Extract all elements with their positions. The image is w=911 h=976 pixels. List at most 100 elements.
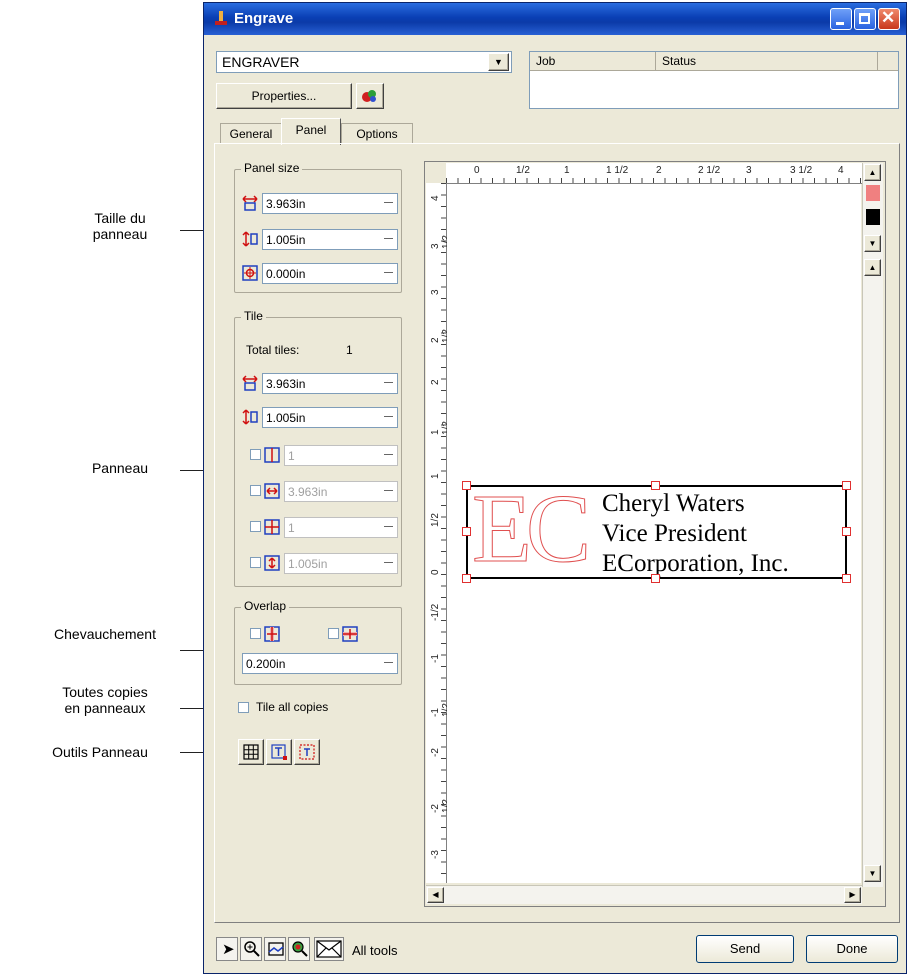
- envelope-tool-button[interactable]: [314, 937, 344, 961]
- status-column-header[interactable]: Status: [656, 52, 878, 70]
- scroll-down-button[interactable]: ▼: [864, 865, 881, 882]
- total-tiles-label: Total tiles:: [246, 343, 300, 357]
- panel-text-tool-button[interactable]: [266, 739, 292, 765]
- swatch-scroll-up-button[interactable]: ▲: [864, 259, 881, 276]
- ruler-v-label: 1/2: [430, 513, 441, 527]
- scroll-right-button[interactable]: ▶: [844, 887, 861, 903]
- scroll-left-button[interactable]: ◀: [427, 887, 444, 903]
- tile-col-width-spinner[interactable]: [381, 481, 396, 502]
- selection-handle[interactable]: [462, 481, 471, 490]
- tile-height-icon: [242, 409, 258, 425]
- tile-row-height-input[interactable]: 1.005in: [284, 553, 398, 574]
- swatch-scroll-down-button[interactable]: ▼: [864, 235, 881, 252]
- color-swatch-red[interactable]: [866, 185, 880, 201]
- overlap-vertical-checkbox[interactable]: [328, 628, 339, 639]
- job-queue-list[interactable]: Job Status: [529, 51, 899, 109]
- tab-general[interactable]: General: [220, 123, 282, 144]
- dropdown-button[interactable]: ▼: [488, 53, 509, 71]
- panel-height-value: 1.005in: [266, 233, 306, 247]
- tile-col-width-input[interactable]: 3.963in: [284, 481, 398, 502]
- ruler-h-label: 3 1/2: [790, 165, 813, 176]
- selection-handle[interactable]: [842, 481, 851, 490]
- drawing-canvas[interactable]: EC Cheryl Waters Vice President ECorpora…: [447, 184, 861, 883]
- tile-width-input[interactable]: 3.963in: [262, 373, 398, 394]
- tile-columns-checkbox[interactable]: [250, 449, 261, 460]
- done-button[interactable]: Done: [806, 935, 898, 963]
- device-select[interactable]: ENGRAVER ▼: [216, 51, 512, 73]
- ruler-h-label: 2 1/2: [698, 165, 721, 176]
- overlap-input[interactable]: 0.200in: [242, 653, 398, 674]
- ruler-v-label: -2: [430, 748, 441, 757]
- callout-overlap: Chevauchement: [54, 626, 156, 642]
- panel-offset-value: 0.000in: [266, 267, 306, 281]
- selection-handle[interactable]: [462, 527, 471, 536]
- send-button[interactable]: Send: [696, 935, 794, 963]
- tab-panel[interactable]: Panel: [281, 118, 341, 145]
- ruler-h-label: 1 1/2: [606, 165, 629, 176]
- design-text: Cheryl Waters Vice President ECorporatio…: [602, 489, 789, 579]
- tile-width-value: 3.963in: [266, 377, 306, 391]
- tile-height-input[interactable]: 1.005in: [262, 407, 398, 428]
- tile-all-copies-checkbox[interactable]: [238, 702, 249, 713]
- tile-row-height-checkbox[interactable]: [250, 557, 261, 568]
- callout-tile-all: Toutes copies en panneaux: [62, 684, 148, 716]
- close-button[interactable]: ✕: [878, 8, 900, 30]
- tile-width-spinner[interactable]: [381, 373, 396, 394]
- properties-button[interactable]: Properties...: [216, 83, 352, 109]
- maximize-button[interactable]: [854, 8, 876, 30]
- tile-rows-input[interactable]: 1: [284, 517, 398, 538]
- vertical-scrollbar[interactable]: ▲ ▼ ▲ ▼: [862, 163, 883, 887]
- overlap-spinner[interactable]: [381, 653, 396, 674]
- color-swatch-black[interactable]: [866, 209, 880, 225]
- ruler-h-label: 2: [656, 165, 662, 176]
- panel-offset-icon: [242, 265, 258, 281]
- panel-grid-tool-button[interactable]: [238, 739, 264, 765]
- tile-columns-spinner[interactable]: [381, 445, 396, 466]
- tile-height-spinner[interactable]: [381, 407, 396, 428]
- preview-icon: [268, 942, 284, 956]
- tile-row-height-spinner[interactable]: [381, 553, 396, 574]
- panel-offset-input[interactable]: 0.000in: [262, 263, 398, 284]
- tile-width-icon: [242, 375, 258, 391]
- engrave-design[interactable]: EC Cheryl Waters Vice President ECorpora…: [466, 479, 847, 580]
- ruler-v-label: 1: [430, 473, 441, 479]
- grid-icon: [243, 744, 259, 760]
- select-tool-button[interactable]: ➤: [216, 937, 238, 961]
- ruler-v-label: 0: [430, 569, 441, 575]
- overlap-label: Overlap: [241, 599, 290, 613]
- horizontal-scrollbar[interactable]: ◀ ▶: [426, 885, 862, 904]
- panel-frame-tool-button[interactable]: [294, 739, 320, 765]
- scroll-up-button[interactable]: ▲: [864, 164, 881, 181]
- panel-height-spinner[interactable]: [381, 229, 396, 250]
- selection-handle[interactable]: [842, 574, 851, 583]
- tab-options[interactable]: Options: [341, 123, 413, 144]
- selection-handle[interactable]: [842, 527, 851, 536]
- tile-col-width-value: 3.963in: [288, 485, 328, 499]
- tile-col-width-checkbox[interactable]: [250, 485, 261, 496]
- tile-rows-value: 1: [288, 521, 295, 535]
- zoom-fit-tool-button[interactable]: [288, 937, 310, 961]
- title-bar[interactable]: Engrave ✕: [204, 3, 906, 35]
- tile-columns-input[interactable]: 1: [284, 445, 398, 466]
- panel-width-spinner[interactable]: [381, 193, 396, 214]
- minimize-button[interactable]: [830, 8, 852, 30]
- tile-rows-checkbox[interactable]: [250, 521, 261, 532]
- preview-tool-button[interactable]: [264, 937, 286, 961]
- panel-offset-spinner[interactable]: [381, 263, 396, 284]
- panel-height-input[interactable]: 1.005in: [262, 229, 398, 250]
- selection-handle[interactable]: [651, 481, 660, 490]
- color-properties-button[interactable]: [356, 83, 384, 109]
- panel-width-input[interactable]: 3.963in: [262, 193, 398, 214]
- zoom-tool-button[interactable]: [240, 937, 262, 961]
- selection-handle[interactable]: [651, 574, 660, 583]
- overlap-horizontal-checkbox[interactable]: [250, 628, 261, 639]
- tile-rows-spinner[interactable]: [381, 517, 396, 538]
- job-column-header[interactable]: Job: [530, 52, 656, 70]
- zoom-color-icon: [292, 941, 308, 957]
- envelope-icon: [316, 940, 342, 958]
- tile-rows-icon: [264, 519, 280, 535]
- engrave-window: Engrave ✕ ENGRAVER ▼ Properties... Job S…: [203, 2, 907, 974]
- callout-panel: Panneau: [91, 460, 149, 476]
- selection-handle[interactable]: [462, 574, 471, 583]
- horizontal-ruler: 0 1/2 1 1 1/2 2 2 1/2 3 3 1/2 4: [446, 163, 862, 184]
